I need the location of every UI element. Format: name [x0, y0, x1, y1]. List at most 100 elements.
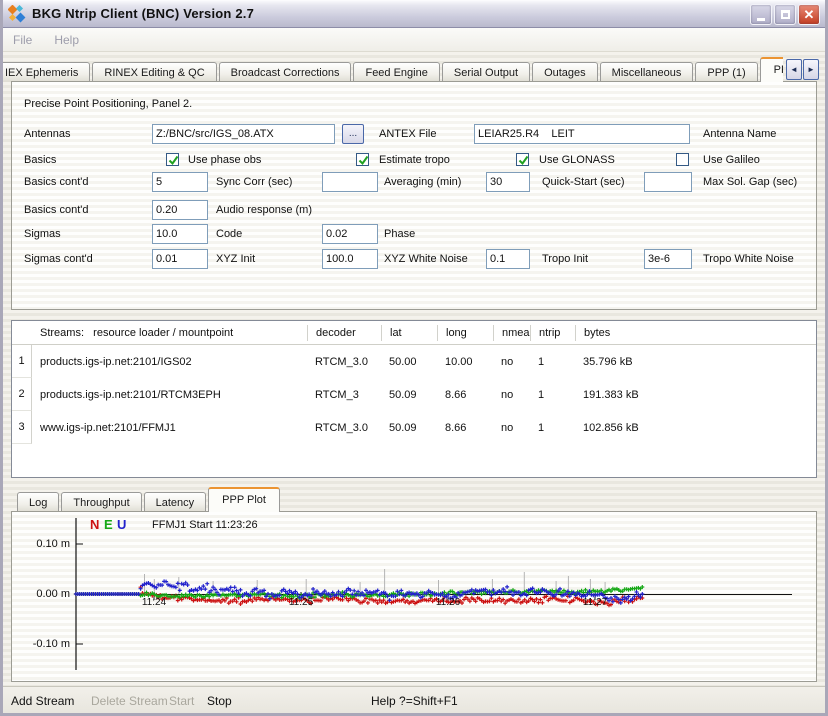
output-tab-bar: Log Throughput Latency PPP Plot [17, 485, 417, 512]
add-stream-button[interactable]: Add Stream [11, 694, 74, 708]
xyz-init-input[interactable] [152, 249, 208, 269]
use-phase-obs-checkbox[interactable] [166, 153, 179, 166]
ytick-000: 0.00 m [26, 588, 70, 600]
max-sol-gap-label: Max Sol. Gap (sec) [703, 176, 797, 188]
tropo-init-input[interactable] [486, 249, 530, 269]
tab-throughput[interactable]: Throughput [61, 492, 141, 512]
row-number: 1 [12, 345, 32, 378]
cell-lat[interactable]: 50.09 [381, 422, 437, 434]
cell-ntrip[interactable]: 1 [530, 389, 575, 401]
start-button[interactable]: Start [169, 694, 194, 708]
tab-scroll-left-icon[interactable]: ◄ [786, 59, 802, 80]
title-bar[interactable]: BKG Ntrip Client (BNC) Version 2.7 ✕ [0, 0, 828, 28]
stop-button[interactable]: Stop [207, 694, 232, 708]
antennas-label: Antennas [24, 128, 70, 140]
tab-ppp-2[interactable]: PPP (2) [760, 57, 783, 82]
app-window: BKG Ntrip Client (BNC) Version 2.7 ✕ Fil… [0, 0, 828, 716]
tab-miscellaneous[interactable]: Miscellaneous [600, 62, 694, 82]
browse-button[interactable]: ... [342, 124, 364, 144]
cell-long[interactable]: 8.66 [437, 422, 493, 434]
cell-long[interactable]: 10.00 [437, 356, 493, 368]
cell-ntrip[interactable]: 1 [530, 422, 575, 434]
ppp-plot-panel: N E U FFMJ1 Start 11:23:26 0.10 m 0.00 m… [11, 511, 817, 682]
basics3-label: Basics cont'd [24, 204, 88, 216]
sync-corr-label: Sync Corr (sec) [216, 176, 292, 188]
plot-title: FFMJ1 Start 11:23:26 [152, 519, 258, 531]
cell-nmea[interactable]: no [493, 356, 530, 368]
ytick-neg010: -0.10 m [26, 638, 70, 650]
close-icon: ✕ [804, 8, 815, 21]
minimize-button[interactable] [750, 4, 772, 25]
tab-serial-output[interactable]: Serial Output [442, 62, 530, 82]
tab-scroll-buttons: ◄ ► [786, 59, 819, 80]
estimate-tropo-checkbox[interactable] [356, 153, 369, 166]
menu-bar: File Help [3, 28, 825, 52]
cell-decoder[interactable]: RTCM_3.0 [307, 356, 381, 368]
cell-long[interactable]: 8.66 [437, 389, 493, 401]
table-row[interactable]: 1 products.igs-ip.net:2101/IGS02 RTCM_3.… [12, 345, 816, 378]
tab-feed-engine[interactable]: Feed Engine [353, 62, 439, 82]
cell-nmea[interactable]: no [493, 389, 530, 401]
tab-latency[interactable]: Latency [144, 492, 207, 512]
minimize-icon [757, 18, 765, 21]
menu-file[interactable]: File [13, 33, 32, 47]
antenna-name-input[interactable] [474, 124, 690, 144]
table-row[interactable]: 2 products.igs-ip.net:2101/RTCM3EPH RTCM… [12, 378, 816, 411]
cell-mountpoint[interactable]: products.igs-ip.net:2101/IGS02 [32, 356, 307, 368]
app-icon [8, 5, 26, 23]
cell-decoder[interactable]: RTCM_3.0 [307, 422, 381, 434]
cell-lat[interactable]: 50.09 [381, 389, 437, 401]
tab-rinex-ephemeris[interactable]: IEX Ephemeris [3, 62, 90, 82]
use-galileo-checkbox[interactable] [676, 153, 689, 166]
sigma-code-input[interactable] [152, 224, 208, 244]
cell-mountpoint[interactable]: products.igs-ip.net:2101/RTCM3EPH [32, 389, 307, 401]
xyz-init-label: XYZ Init [216, 253, 255, 265]
ppp2-panel: Precise Point Positioning, Panel 2. Ante… [11, 81, 817, 310]
row-number: 2 [12, 378, 32, 411]
cell-decoder[interactable]: RTCM_3 [307, 389, 381, 401]
delete-stream-button[interactable]: Delete Stream [91, 694, 168, 708]
header-lat: lat [381, 325, 437, 341]
ytick-010: 0.10 m [26, 538, 70, 550]
xyz-white-noise-input[interactable] [322, 249, 378, 269]
use-glonass-checkbox[interactable] [516, 153, 529, 166]
tab-outages[interactable]: Outages [532, 62, 598, 82]
menu-help[interactable]: Help [54, 33, 79, 47]
basics-label: Basics [24, 154, 56, 166]
table-row[interactable]: 3 www.igs-ip.net:2101/FFMJ1 RTCM_3.0 50.… [12, 411, 816, 444]
sync-corr-input[interactable] [152, 172, 208, 192]
tab-broadcast-corrections[interactable]: Broadcast Corrections [219, 62, 352, 82]
row-number: 3 [12, 411, 32, 444]
close-button[interactable]: ✕ [798, 4, 820, 25]
header-mountpoint: Streams: resource loader / mountpoint [32, 325, 307, 341]
tab-scroll-right-icon[interactable]: ► [803, 59, 819, 80]
bottom-button-bar: Add Stream Delete Stream Start Stop Help… [3, 686, 825, 715]
sigma-phase-input[interactable] [322, 224, 378, 244]
antex-path-input[interactable] [152, 124, 335, 144]
maximize-button[interactable] [774, 4, 796, 25]
tab-ppp-plot[interactable]: PPP Plot [208, 487, 280, 512]
averaging-input[interactable] [322, 172, 378, 192]
max-sol-gap-input[interactable] [644, 172, 692, 192]
use-glonass-label: Use GLONASS [539, 154, 615, 166]
audio-response-input[interactable] [152, 200, 208, 220]
header-nmea: nmea [493, 325, 530, 341]
tab-rinex-editing-qc[interactable]: RINEX Editing & QC [92, 62, 216, 82]
header-bytes: bytes [575, 325, 816, 341]
legend-u: U [117, 517, 126, 532]
tab-log[interactable]: Log [17, 492, 59, 512]
ppp-plot-canvas [12, 512, 816, 681]
legend-n: N [90, 517, 99, 532]
cell-nmea[interactable]: no [493, 422, 530, 434]
audio-response-label: Audio response (m) [216, 204, 312, 216]
tropo-white-noise-label: Tropo White Noise [703, 253, 794, 265]
xyz-white-noise-label: XYZ White Noise [384, 253, 468, 265]
tab-ppp-1[interactable]: PPP (1) [695, 62, 757, 82]
cell-mountpoint[interactable]: www.igs-ip.net:2101/FFMJ1 [32, 422, 307, 434]
use-phase-obs-label: Use phase obs [188, 154, 261, 166]
tropo-white-noise-input[interactable] [644, 249, 692, 269]
quick-start-input[interactable] [486, 172, 530, 192]
cell-ntrip[interactable]: 1 [530, 356, 575, 368]
cell-lat[interactable]: 50.00 [381, 356, 437, 368]
sigma-code-label: Code [216, 228, 242, 240]
